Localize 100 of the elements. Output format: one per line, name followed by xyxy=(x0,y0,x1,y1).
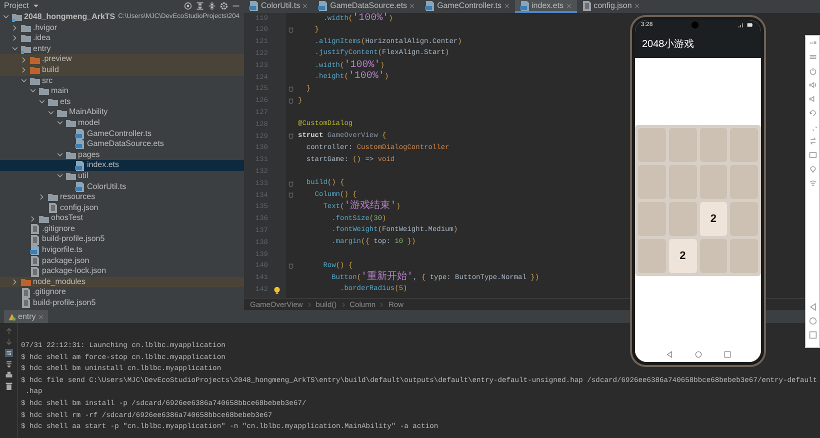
folder-icon xyxy=(39,214,49,224)
config-file-icon xyxy=(30,266,40,277)
chevron-right-icon[interactable] xyxy=(38,193,46,202)
tree-item[interactable]: GameDataSource.ets xyxy=(0,139,244,150)
chevron-right-icon[interactable] xyxy=(29,214,37,223)
home-icon[interactable] xyxy=(694,350,702,358)
crosshair-icon[interactable] xyxy=(184,2,192,10)
close-icon[interactable] xyxy=(634,2,640,8)
recents-icon[interactable] xyxy=(808,331,816,339)
tree-item[interactable]: build-profile.json5 xyxy=(0,234,244,246)
folder-icon xyxy=(21,22,31,33)
tree-item[interactable]: ohosTest xyxy=(0,213,244,224)
fold-marker-icon[interactable] xyxy=(288,98,294,105)
location-icon[interactable] xyxy=(808,165,816,173)
scroll-to-end-icon[interactable] xyxy=(4,360,12,368)
menu-icon[interactable] xyxy=(808,53,816,61)
file-tab[interactable]: GameController.ts xyxy=(420,0,515,13)
close-icon[interactable] xyxy=(566,2,572,8)
close-icon[interactable] xyxy=(38,314,44,320)
tree-item[interactable]: .idea xyxy=(0,33,244,44)
folder-icon xyxy=(21,277,31,288)
camera-notch-icon xyxy=(690,21,699,29)
tree-item[interactable]: MainAbility xyxy=(0,107,244,118)
close-icon[interactable] xyxy=(302,2,308,8)
tree-item[interactable]: .preview xyxy=(0,54,244,65)
script-file-icon xyxy=(520,0,530,10)
chevron-right-icon[interactable] xyxy=(20,56,28,64)
trash-icon[interactable] xyxy=(4,382,12,390)
folder-icon xyxy=(30,76,40,86)
scroll-up-icon[interactable] xyxy=(4,327,12,335)
tree-item[interactable]: package.json xyxy=(0,256,244,266)
tree-item[interactable]: util xyxy=(0,170,244,182)
file-tab[interactable]: GameDataSource.ets xyxy=(313,0,420,13)
tree-item[interactable]: package-lock.json xyxy=(0,266,244,277)
tree-item[interactable]: hvigorfile.ts xyxy=(0,245,244,256)
chevron-right-icon[interactable] xyxy=(11,278,19,286)
volume-down-icon[interactable] xyxy=(808,95,816,103)
file-tab[interactable]: ColorUtil.ts xyxy=(244,0,314,13)
fold-marker-icon[interactable] xyxy=(288,86,294,94)
run-tab[interactable]: entry xyxy=(4,310,48,323)
tree-item[interactable]: index.ets xyxy=(0,160,244,171)
tree-item[interactable]: .hvigor xyxy=(0,22,244,34)
chevron-right-icon[interactable] xyxy=(11,34,19,42)
rotate-icon[interactable] xyxy=(808,109,816,117)
chevron-right-icon[interactable] xyxy=(11,24,19,32)
tree-item[interactable]: GameController.ts xyxy=(0,128,244,140)
tree-item[interactable]: .gitignore xyxy=(0,224,244,234)
soft-wrap-icon[interactable] xyxy=(4,349,12,357)
fold-marker-icon[interactable] xyxy=(288,192,294,200)
module-folder-icon xyxy=(21,44,31,54)
print-icon[interactable] xyxy=(4,371,12,379)
close-icon[interactable] xyxy=(504,2,510,8)
chevron-down-icon[interactable] xyxy=(47,108,55,117)
folder-icon xyxy=(21,33,31,44)
tree-item[interactable]: entry xyxy=(0,44,244,54)
swap-icon[interactable] xyxy=(808,137,816,145)
tree-item[interactable]: ets xyxy=(0,96,244,108)
tree-item[interactable]: pages xyxy=(0,150,244,160)
home-icon[interactable] xyxy=(808,317,816,325)
config-file-icon xyxy=(30,224,40,234)
fold-marker-icon[interactable] xyxy=(288,263,294,270)
back-icon[interactable] xyxy=(666,350,672,358)
panel-title[interactable]: Project xyxy=(4,0,29,12)
tree-item[interactable]: build xyxy=(0,64,244,76)
tree-item[interactable]: resources xyxy=(0,192,244,203)
power-icon[interactable] xyxy=(808,67,816,75)
tree-item[interactable]: main xyxy=(0,86,244,97)
config-file-icon xyxy=(30,256,40,266)
chevron-down-icon[interactable] xyxy=(20,76,28,85)
app-title: 2048小游戏 xyxy=(642,38,694,52)
settings-icon[interactable] xyxy=(220,2,228,10)
tree-item[interactable]: .gitignore xyxy=(0,287,244,298)
tree-item[interactable]: build-profile.json5 xyxy=(0,298,244,309)
screenshot-icon[interactable] xyxy=(808,151,816,159)
chevron-right-icon[interactable] xyxy=(20,66,28,74)
close-icon[interactable] xyxy=(409,2,416,8)
file-tab[interactable]: config.json xyxy=(576,0,645,13)
script-file-icon xyxy=(30,245,40,256)
tree-item[interactable]: config.json xyxy=(0,202,244,214)
folder-icon xyxy=(30,54,40,65)
scroll-down-icon[interactable] xyxy=(4,338,12,346)
number-tile: 2 xyxy=(668,239,696,273)
tree-item[interactable]: ColorUtil.ts xyxy=(0,182,244,192)
fold-marker-icon[interactable] xyxy=(288,180,294,188)
tree-item[interactable]: node_modules xyxy=(0,276,244,288)
recents-icon[interactable] xyxy=(724,350,730,358)
lightbulb-icon[interactable] xyxy=(273,286,281,295)
collapse-all-icon[interactable] xyxy=(208,2,216,10)
minimize-icon[interactable] xyxy=(808,39,816,47)
back-icon[interactable] xyxy=(808,303,816,311)
caret-down-icon[interactable] xyxy=(32,3,39,9)
fold-marker-icon[interactable] xyxy=(288,133,294,140)
tree-item[interactable]: model xyxy=(0,118,244,129)
expand-all-icon[interactable] xyxy=(196,2,204,10)
wifi-icon[interactable] xyxy=(808,179,816,187)
volume-up-icon[interactable] xyxy=(808,81,816,89)
tree-item[interactable]: src xyxy=(0,76,244,86)
module-folder-icon xyxy=(12,12,22,22)
fold-marker-icon[interactable] xyxy=(288,27,294,34)
file-tab[interactable]: index.ets xyxy=(514,0,577,13)
